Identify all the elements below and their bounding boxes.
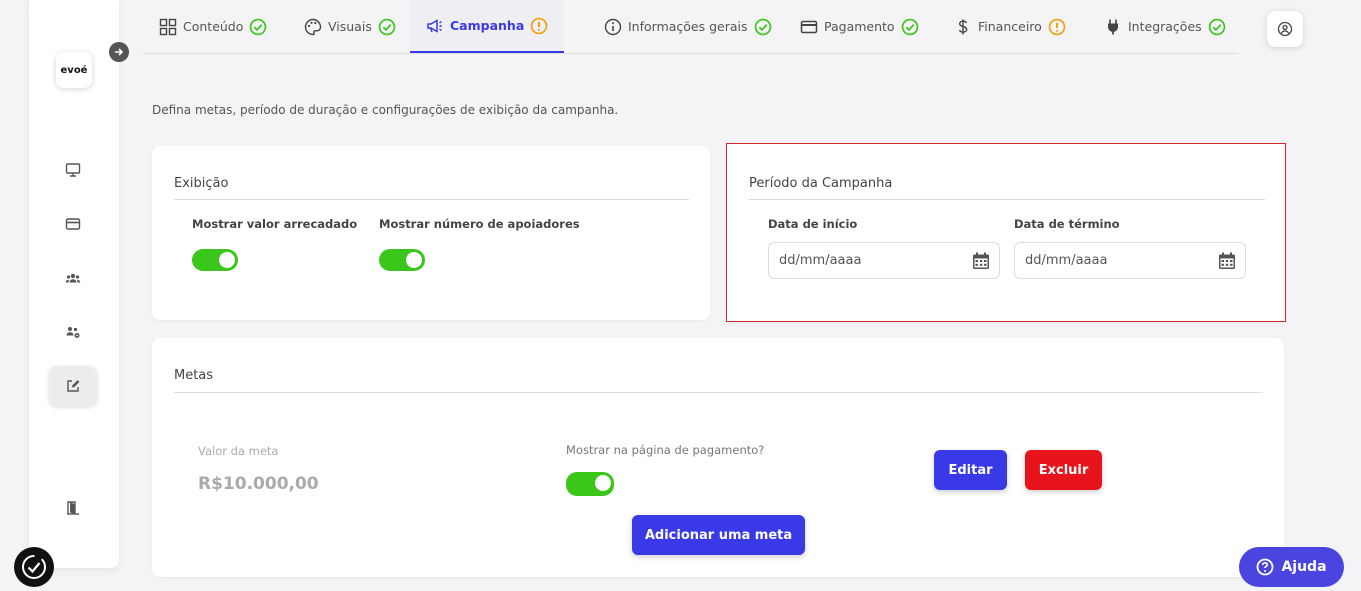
tab-pagamento[interactable]: Pagamento [800, 0, 919, 53]
end-date-label: Data de término [1014, 217, 1120, 231]
add-goal-button[interactable]: Adicionar uma meta [632, 515, 805, 555]
show-supporters-toggle[interactable] [379, 249, 425, 271]
end-date-placeholder: dd/mm/aaaa [1025, 253, 1108, 268]
show-on-payment-label: Mostrar na página de pagamento? [566, 443, 765, 457]
tab-conteudo[interactable]: Conteúdo [159, 0, 267, 53]
info-icon [604, 18, 622, 35]
start-date-input[interactable]: dd/mm/aaaa [768, 242, 1000, 279]
calendar-icon [973, 252, 989, 269]
question-circle-icon [1257, 558, 1274, 576]
tab-label: Financeiro [978, 19, 1042, 34]
warning-circle-icon [1048, 18, 1066, 35]
edit-icon [67, 380, 80, 392]
sidebar-item-edit[interactable] [49, 366, 97, 406]
calendar-icon [1219, 252, 1235, 269]
plug-icon [1108, 19, 1118, 34]
door-exit-icon [67, 501, 79, 515]
card-title: Exibição [174, 176, 229, 191]
logo-text: evoé [60, 64, 88, 76]
campaign-period-card: Período da Campanha Data de início dd/mm… [726, 143, 1286, 322]
start-date-placeholder: dd/mm/aaaa [779, 253, 862, 268]
accessibility-button[interactable] [14, 547, 54, 587]
show-on-payment-toggle[interactable] [566, 472, 614, 496]
help-label: Ajuda [1281, 559, 1327, 575]
show-raised-label: Mostrar valor arrecadado [192, 217, 358, 231]
help-button[interactable]: Ajuda [1239, 547, 1344, 587]
goals-card: Metas Valor da meta R$10.000,00 Mostrar … [152, 338, 1284, 577]
divider [749, 199, 1265, 200]
sidebar-item-logout[interactable] [49, 488, 97, 528]
check-circle-icon [754, 18, 771, 35]
card-icon [800, 20, 818, 33]
grid-icon [159, 18, 177, 35]
goal-value-label: Valor da meta [198, 444, 279, 458]
divider [174, 199, 689, 200]
tab-label: Integrações [1128, 19, 1202, 34]
tab-visuais[interactable]: Visuais [304, 0, 396, 53]
tab-campanha[interactable]: Campanha [410, 0, 565, 53]
tab-integracoes[interactable]: Integrações [1104, 0, 1226, 53]
accessibility-check-icon [22, 555, 46, 579]
tab-informacoes-gerais[interactable]: Informações gerais [604, 0, 772, 53]
card-title: Metas [174, 368, 214, 383]
sidebar-item-payments[interactable] [49, 204, 97, 244]
user-profile-button[interactable] [1267, 11, 1303, 47]
show-raised-toggle[interactable] [192, 249, 238, 271]
tab-label: Informações gerais [628, 19, 748, 34]
sidebar: evoé [29, 0, 129, 568]
tab-label: Pagamento [824, 19, 895, 34]
end-date-input[interactable]: dd/mm/aaaa [1014, 242, 1246, 279]
sidebar-item-supporters[interactable] [49, 258, 97, 298]
users-icon [65, 273, 81, 283]
megaphone-icon [427, 18, 442, 33]
card-title: Período da Campanha [749, 176, 893, 191]
card-icon [65, 218, 81, 230]
edit-goal-button[interactable]: Editar [934, 450, 1007, 490]
arrow-right-icon [115, 48, 124, 56]
check-circle-icon [1208, 18, 1225, 35]
tab-label: Visuais [328, 19, 372, 34]
tab-label: Conteúdo [183, 19, 244, 34]
check-circle-icon [901, 18, 918, 35]
delete-goal-button[interactable]: Excluir [1025, 450, 1102, 490]
sidebar-item-team[interactable] [49, 312, 97, 352]
page-description: Defina metas, período de duração e confi… [152, 103, 619, 117]
sidebar-item-dashboard[interactable] [49, 150, 97, 190]
tab-bar: Conteúdo Visuais Campanha Informações ge… [143, 0, 1239, 54]
palette-icon [304, 18, 322, 35]
users-gear-icon [66, 327, 80, 338]
expand-sidebar-button[interactable] [109, 42, 129, 62]
show-supporters-label: Mostrar número de apoiadores [379, 217, 580, 231]
goal-value: R$10.000,00 [198, 474, 319, 494]
dollar-icon [958, 19, 968, 34]
display-settings-card: Exibição Mostrar valor arrecadado Mostra… [152, 146, 710, 320]
check-circle-icon [378, 18, 396, 35]
check-circle-icon [250, 18, 267, 35]
divider [174, 392, 1263, 393]
brand-logo[interactable]: evoé [56, 52, 92, 88]
warning-circle-icon [530, 17, 548, 34]
user-circle-icon [1277, 21, 1293, 37]
start-date-label: Data de início [768, 217, 858, 231]
monitor-icon [65, 163, 81, 177]
tab-financeiro[interactable]: Financeiro [954, 0, 1066, 53]
tab-label: Campanha [450, 18, 525, 33]
